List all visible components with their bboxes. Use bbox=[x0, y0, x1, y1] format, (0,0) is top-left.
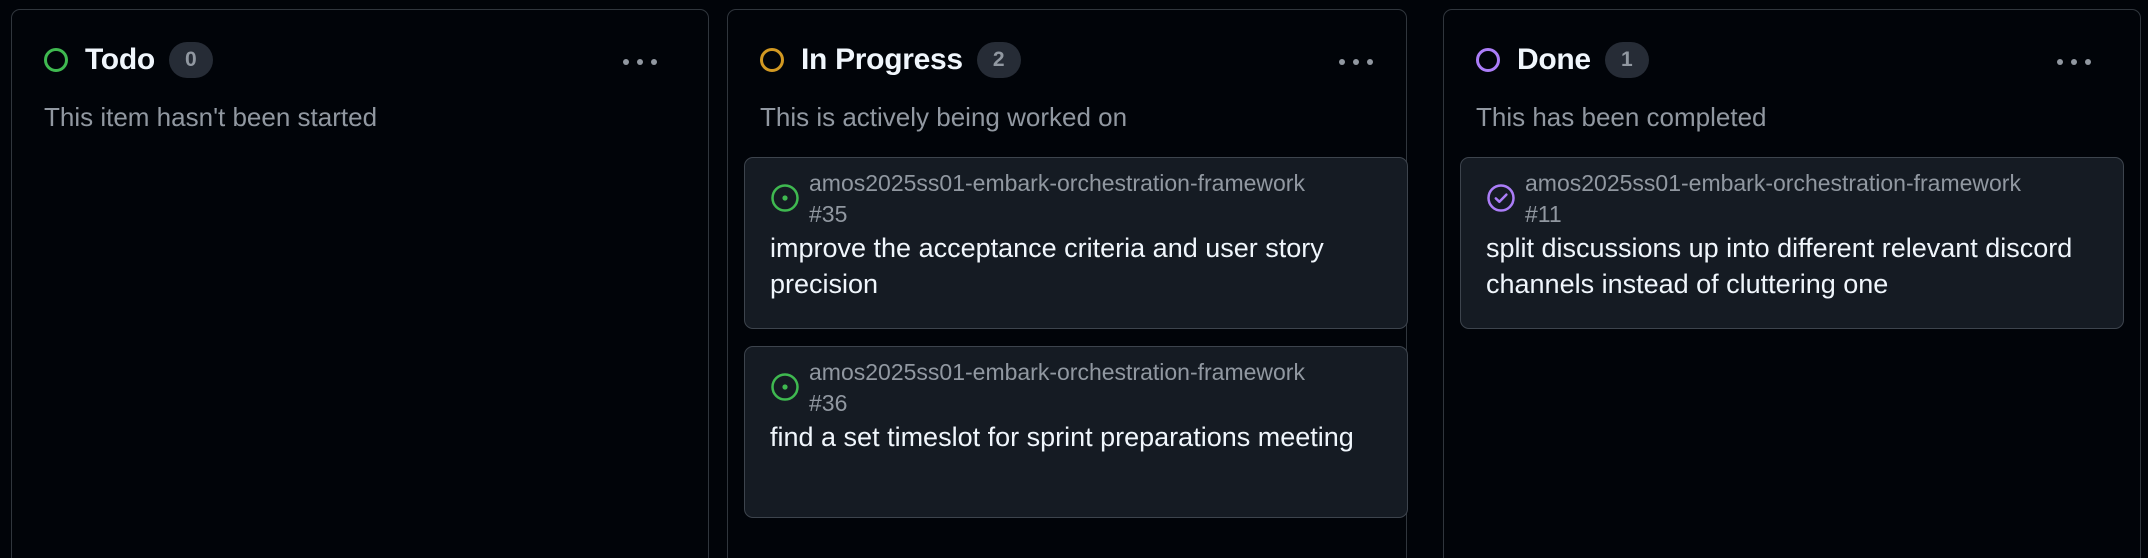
kebab-dot bbox=[651, 59, 657, 65]
column-done: Done 1 This has been completed amos2025s… bbox=[1443, 9, 2141, 558]
column-description: This item hasn't been started bbox=[44, 102, 378, 132]
kebab-dot bbox=[1367, 59, 1373, 65]
kebab-dot bbox=[1339, 59, 1345, 65]
issue-card[interactable]: amos2025ss01-embark-orchestration-framew… bbox=[744, 346, 1408, 518]
issue-repo-reference[interactable]: amos2025ss01-embark-orchestration-framew… bbox=[809, 168, 1329, 230]
column-todo: Todo 0 This item hasn't been started bbox=[11, 9, 709, 558]
issue-title[interactable]: improve the acceptance criteria and user… bbox=[770, 230, 1380, 302]
kebab-dot bbox=[2057, 59, 2063, 65]
issue-open-icon bbox=[771, 373, 799, 401]
kebab-dot bbox=[623, 59, 629, 65]
column-header: In Progress 2 bbox=[760, 40, 1021, 80]
column-more-options-button[interactable] bbox=[620, 48, 660, 76]
item-count-badge: 1 bbox=[1604, 42, 1649, 78]
kebab-dot bbox=[1353, 59, 1359, 65]
status-circle-icon bbox=[44, 48, 68, 72]
column-more-options-button[interactable] bbox=[1336, 48, 1376, 76]
issue-open-icon bbox=[771, 184, 799, 212]
project-board: Todo 0 This item hasn't been started In … bbox=[0, 0, 2148, 558]
issue-title[interactable]: split discussions up into different rele… bbox=[1486, 230, 2096, 302]
column-more-options-button[interactable] bbox=[2054, 48, 2094, 76]
issue-title[interactable]: find a set timeslot for sprint preparati… bbox=[770, 419, 1380, 455]
column-header: Done 1 bbox=[1476, 40, 1649, 80]
issue-card[interactable]: amos2025ss01-embark-orchestration-framew… bbox=[744, 157, 1408, 329]
item-count-badge: 2 bbox=[976, 42, 1021, 78]
status-circle-icon bbox=[760, 48, 784, 72]
item-count-badge: 0 bbox=[168, 42, 213, 78]
column-header: Todo 0 bbox=[44, 40, 213, 80]
kebab-dot bbox=[2085, 59, 2091, 65]
issue-repo-reference[interactable]: amos2025ss01-embark-orchestration-framew… bbox=[809, 357, 1329, 419]
kebab-dot bbox=[2071, 59, 2077, 65]
column-title: In Progress bbox=[801, 43, 963, 76]
issue-closed-icon bbox=[1487, 184, 1515, 212]
column-in-progress: In Progress 2 This is actively being wor… bbox=[727, 9, 1408, 558]
column-title: Done bbox=[1517, 43, 1591, 76]
issue-card[interactable]: amos2025ss01-embark-orchestration-framew… bbox=[1460, 157, 2124, 329]
column-title: Todo bbox=[85, 43, 155, 76]
status-circle-icon bbox=[1476, 48, 1500, 72]
column-description: This has been completed bbox=[1476, 102, 1767, 132]
column-description: This is actively being worked on bbox=[760, 102, 1128, 132]
issue-repo-reference[interactable]: amos2025ss01-embark-orchestration-framew… bbox=[1525, 168, 2045, 230]
kebab-dot bbox=[637, 59, 643, 65]
